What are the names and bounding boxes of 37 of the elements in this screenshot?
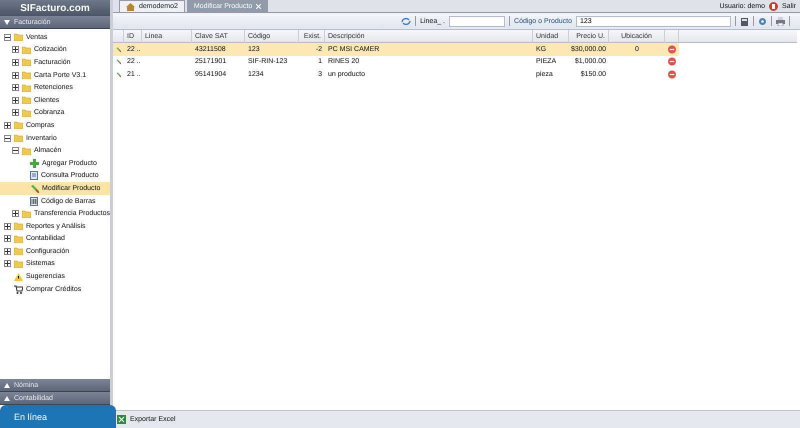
expand-icon[interactable]	[4, 122, 11, 129]
spreadsheet-icon	[117, 415, 126, 424]
pencil-icon[interactable]	[116, 57, 121, 66]
collapse-icon[interactable]	[4, 134, 11, 142]
pencil-icon[interactable]	[116, 70, 121, 79]
expand-icon[interactable]	[4, 235, 11, 242]
home-icon	[126, 2, 135, 10]
expand-icon[interactable]	[12, 109, 19, 116]
calculator-icon[interactable]	[740, 16, 749, 26]
barcode-icon	[30, 196, 38, 206]
expand-icon[interactable]	[4, 248, 11, 255]
app-logo: SIFacturo.com	[0, 0, 110, 16]
delete-icon[interactable]	[668, 70, 676, 79]
pencil-icon	[30, 184, 39, 193]
collapse-icon[interactable]	[12, 147, 19, 154]
collapse-icon[interactable]	[4, 34, 11, 41]
close-icon[interactable]	[256, 4, 262, 9]
status-label: En línea	[0, 405, 116, 428]
expand-icon[interactable]	[4, 222, 11, 230]
expand-icon[interactable]	[12, 210, 19, 218]
refresh-icon[interactable]	[401, 16, 412, 26]
plus-icon	[30, 158, 39, 168]
delete-icon[interactable]	[668, 57, 676, 66]
expand-icon[interactable]	[12, 96, 19, 104]
warning-icon	[14, 272, 23, 281]
cart-icon	[14, 284, 23, 294]
printer-icon[interactable]	[776, 16, 785, 26]
expand-icon[interactable]	[12, 58, 19, 66]
pencil-icon[interactable]	[116, 44, 121, 54]
expand-icon[interactable]	[12, 46, 19, 54]
logout-icon[interactable]	[768, 2, 778, 10]
document-icon	[30, 171, 38, 180]
expand-icon[interactable]	[12, 84, 19, 92]
expand-icon[interactable]	[4, 260, 11, 268]
expand-icon[interactable]	[12, 72, 19, 79]
input-field[interactable]	[449, 16, 506, 26]
delete-icon[interactable]	[668, 44, 676, 54]
